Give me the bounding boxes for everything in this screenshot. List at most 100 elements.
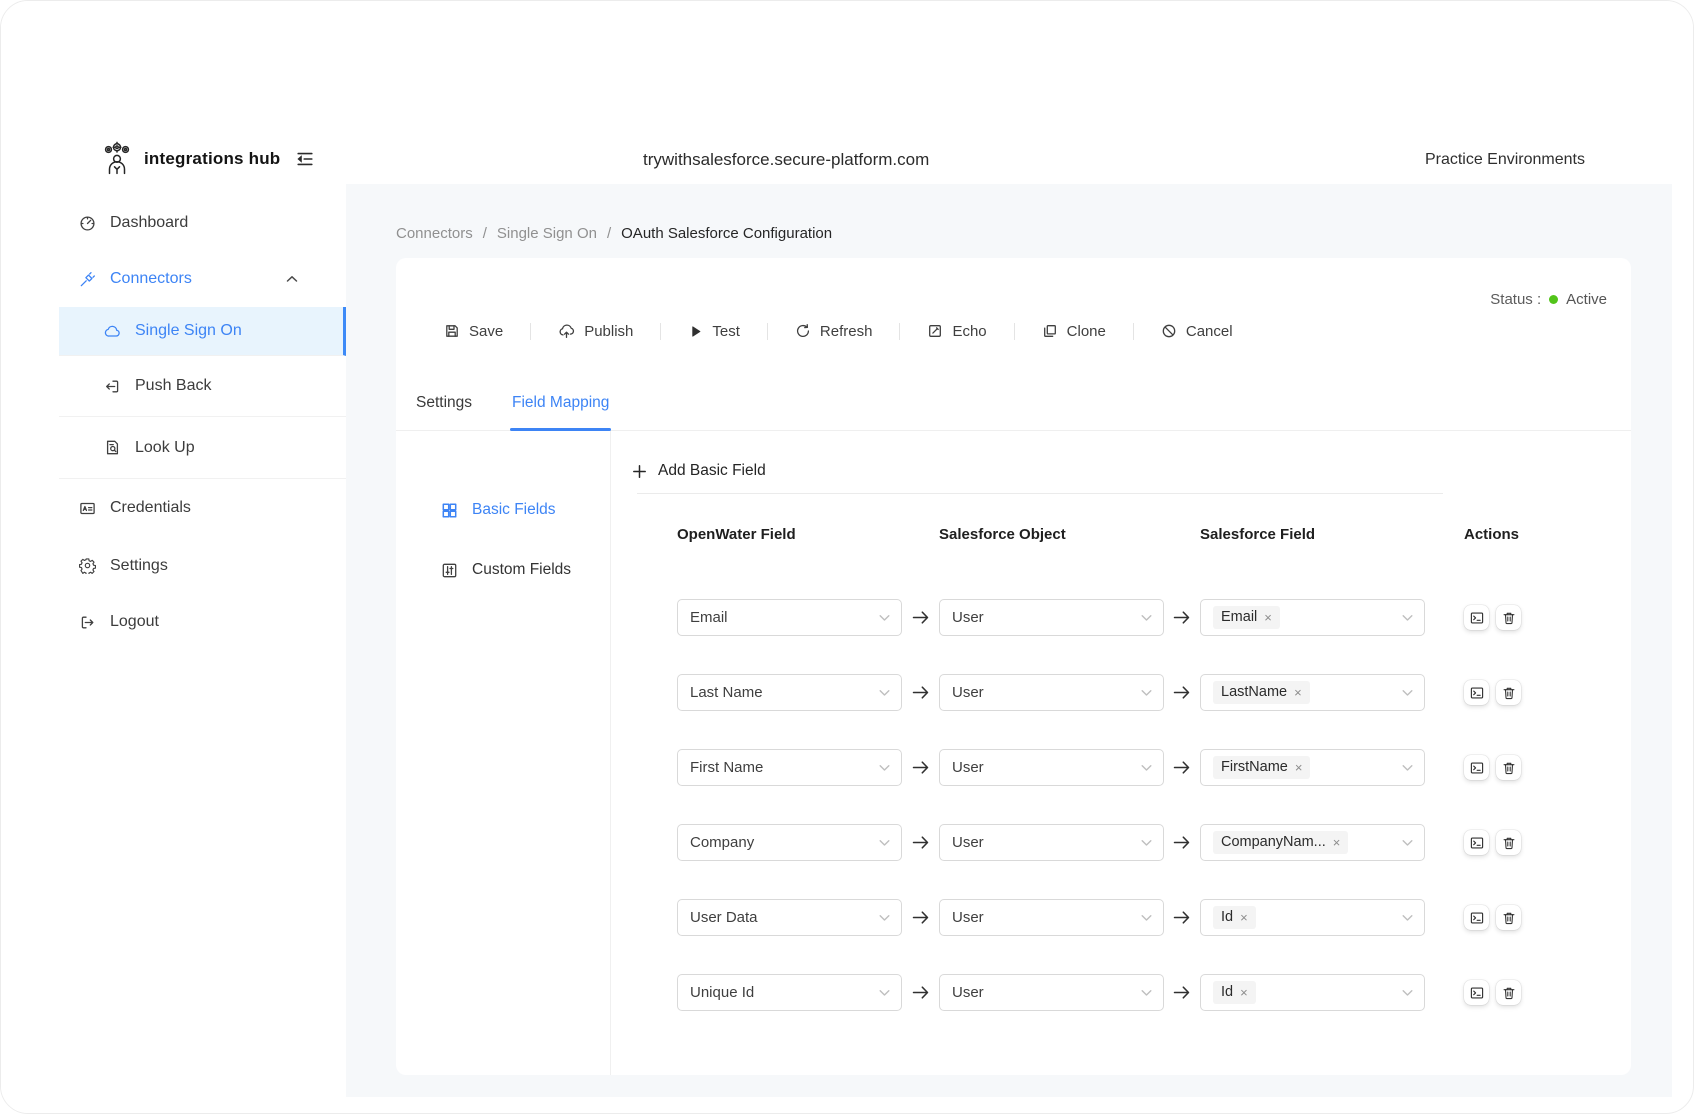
logout-icon (79, 614, 96, 631)
tab-field-mapping[interactable]: Field Mapping (510, 376, 611, 430)
echo-button[interactable]: Echo (900, 323, 1013, 340)
credentials-idcard-icon (79, 500, 96, 517)
menu-fold-icon[interactable] (295, 149, 315, 169)
arrow-right-icon (902, 610, 939, 625)
delete-button[interactable] (1496, 830, 1521, 855)
salesforce-field-select[interactable]: Id × (1200, 974, 1425, 1011)
row-actions (1464, 755, 1631, 780)
salesforce-field-select[interactable]: LastName × (1200, 674, 1425, 711)
mapping-row: User Data User Id × (677, 899, 1631, 936)
status-row: Status : Active (1490, 291, 1607, 308)
remove-tag-icon[interactable]: × (1333, 836, 1341, 849)
practice-environments-link[interactable]: Practice Environments (1425, 151, 1585, 169)
chevron-down-icon (1402, 989, 1413, 996)
plus-icon (632, 464, 647, 479)
openwater-field-select[interactable]: Company (677, 824, 902, 861)
sidebar-item-logout[interactable]: Logout (1, 594, 346, 650)
remove-tag-icon[interactable]: × (1264, 611, 1272, 624)
openwater-field-select[interactable]: User Data (677, 899, 902, 936)
row-actions (1464, 980, 1631, 1005)
column-header: Salesforce Object (939, 526, 1164, 543)
salesforce-object-select[interactable]: User (939, 749, 1164, 786)
add-basic-field-button[interactable]: Add Basic Field (632, 456, 766, 486)
remove-tag-icon[interactable]: × (1295, 761, 1303, 774)
chevron-up-icon[interactable] (286, 275, 298, 283)
terminal-button[interactable] (1464, 605, 1489, 630)
tab-settings[interactable]: Settings (414, 376, 474, 430)
delete-button[interactable] (1496, 980, 1521, 1005)
save-button[interactable]: Save (426, 323, 530, 340)
test-button[interactable]: Test (661, 323, 767, 340)
salesforce-field-select[interactable]: CompanyNam... × (1200, 824, 1425, 861)
mapping-row: Company User CompanyNam... × (677, 824, 1631, 861)
terminal-button[interactable] (1464, 680, 1489, 705)
delete-button[interactable] (1496, 605, 1521, 630)
salesforce-field-select[interactable]: Id × (1200, 899, 1425, 936)
selected-field-tag: Email × (1213, 606, 1280, 629)
row-actions (1464, 830, 1631, 855)
salesforce-field-select[interactable]: Email × (1200, 599, 1425, 636)
mapping-row: Last Name User LastName × (677, 674, 1631, 711)
salesforce-object-select[interactable]: User (939, 824, 1164, 861)
publish-button[interactable]: Publish (531, 323, 660, 340)
terminal-button[interactable] (1464, 905, 1489, 930)
chevron-down-icon (1141, 764, 1152, 771)
toolbar: Save Publish Test Refresh (426, 313, 1260, 349)
remove-tag-icon[interactable]: × (1240, 986, 1248, 999)
breadcrumb-connectors[interactable]: Connectors (396, 225, 473, 242)
status-value: Active (1566, 291, 1607, 308)
field-mapping-body: Basic Fields Custom Fields Add Basic Fie… (396, 431, 1631, 1075)
cancel-button[interactable]: Cancel (1134, 323, 1260, 340)
arrow-right-icon (1164, 985, 1200, 1000)
sidebar-nav: Dashboard Connectors Single Sign On (1, 195, 346, 650)
nav-basic-fields[interactable]: Basic Fields (396, 493, 610, 527)
reload-icon (795, 323, 811, 339)
sidebar-item-push-back[interactable]: Push Back (59, 356, 346, 417)
chevron-down-icon (1402, 914, 1413, 921)
salesforce-object-select[interactable]: User (939, 974, 1164, 1011)
remove-tag-icon[interactable]: × (1240, 911, 1248, 924)
arrow-right-icon (1164, 835, 1200, 850)
nav-custom-fields[interactable]: Custom Fields (396, 553, 610, 587)
openwater-field-select[interactable]: Email (677, 599, 902, 636)
sidebar-item-credentials[interactable]: Credentials (1, 479, 346, 537)
sidebar-item-dashboard[interactable]: Dashboard (1, 195, 346, 251)
terminal-button[interactable] (1464, 755, 1489, 780)
sidebar-item-label: Settings (110, 557, 168, 575)
delete-button[interactable] (1496, 755, 1521, 780)
terminal-button[interactable] (1464, 980, 1489, 1005)
chevron-down-icon (879, 839, 890, 846)
remove-tag-icon[interactable]: × (1294, 686, 1302, 699)
openwater-field-select[interactable]: First Name (677, 749, 902, 786)
openwater-field-select[interactable]: Last Name (677, 674, 902, 711)
delete-button[interactable] (1496, 905, 1521, 930)
cloud-upload-icon (558, 323, 575, 340)
selected-field-tag: LastName × (1213, 681, 1310, 704)
terminal-button[interactable] (1464, 830, 1489, 855)
sidebar-item-connectors[interactable]: Connectors (1, 251, 346, 307)
clone-button[interactable]: Clone (1015, 323, 1133, 340)
column-header: Actions (1464, 526, 1631, 543)
stop-icon (1161, 323, 1177, 339)
sidebar-item-single-sign-on[interactable]: Single Sign On (59, 307, 346, 356)
save-icon (444, 323, 460, 339)
push-back-icon (104, 378, 121, 395)
sidebar-item-look-up[interactable]: Look Up (59, 417, 346, 479)
sidebar-item-settings[interactable]: Settings (1, 537, 346, 594)
delete-button[interactable] (1496, 680, 1521, 705)
breadcrumb-single-sign-on[interactable]: Single Sign On (497, 225, 597, 242)
mapping-rows: Email User Email × (677, 599, 1631, 1049)
salesforce-field-select[interactable]: FirstName × (1200, 749, 1425, 786)
salesforce-object-select[interactable]: User (939, 599, 1164, 636)
chevron-down-icon (879, 689, 890, 696)
arrow-right-icon (1164, 760, 1200, 775)
sidebar-item-label: Single Sign On (135, 322, 242, 340)
arrow-right-icon (902, 985, 939, 1000)
openwater-field-select[interactable]: Unique Id (677, 974, 902, 1011)
refresh-button[interactable]: Refresh (768, 323, 900, 340)
salesforce-object-select[interactable]: User (939, 899, 1164, 936)
arrow-right-icon (902, 685, 939, 700)
salesforce-object-select[interactable]: User (939, 674, 1164, 711)
grid-icon (441, 502, 458, 519)
sidebar-item-label: Credentials (110, 499, 191, 517)
